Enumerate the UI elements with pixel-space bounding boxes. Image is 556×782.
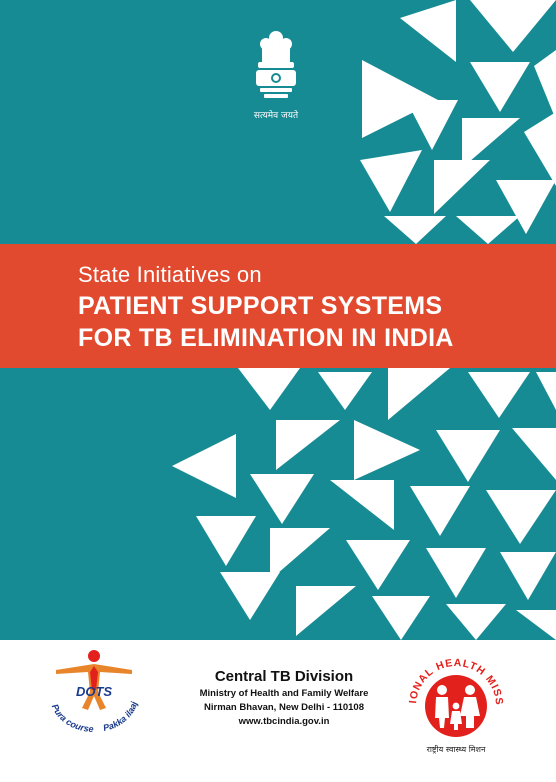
pattern-triangle xyxy=(296,586,356,636)
pattern-triangle xyxy=(330,480,394,530)
pattern-triangle xyxy=(534,50,556,120)
pattern-triangle xyxy=(536,372,556,410)
dots-figure-icon xyxy=(56,650,132,710)
pattern-triangle xyxy=(410,486,470,536)
document-title-line2: FOR TB ELIMINATION IN INDIA xyxy=(78,324,454,352)
pattern-triangle xyxy=(372,596,430,640)
pattern-triangle xyxy=(500,552,556,600)
pattern-triangle xyxy=(426,548,486,598)
pattern-triangle xyxy=(346,540,410,590)
pattern-triangle xyxy=(250,474,314,524)
dots-logo-name: DOTS xyxy=(76,684,112,699)
document-subtitle: State Initiatives on xyxy=(78,262,262,287)
pattern-triangle xyxy=(276,420,340,470)
pattern-triangle xyxy=(384,216,446,244)
pattern-triangle xyxy=(172,434,236,498)
pattern-triangle xyxy=(524,112,556,186)
emblem-motto: सत्यमेव जयते xyxy=(253,111,299,121)
footer-text-block: Central TB Division Ministry of Health a… xyxy=(174,668,394,729)
pattern-triangle xyxy=(512,428,556,480)
address-text: Nirman Bhavan, New Delhi - 110108 xyxy=(204,702,364,713)
pattern-triangle xyxy=(318,372,372,410)
ministry-name: Ministry of Health and Family Welfare xyxy=(199,688,369,699)
nhm-logo: NATIONAL HEALTH MISSION राष्ट्रीय स्वास्… xyxy=(396,640,504,754)
pattern-triangle xyxy=(516,610,556,640)
svg-text:Pakka ilaaj: Pakka ilaaj xyxy=(102,700,139,733)
pattern-triangle xyxy=(470,0,556,52)
pattern-triangle xyxy=(436,430,500,482)
pattern-triangle xyxy=(196,516,256,566)
pattern-triangle xyxy=(400,0,456,62)
pattern-triangle xyxy=(406,100,458,150)
pattern-triangle xyxy=(354,420,420,480)
pattern-triangle xyxy=(388,368,450,420)
pattern-triangle xyxy=(360,150,422,212)
nhm-hindi-text: राष्ट्रीय स्वास्थ्य मिशन xyxy=(427,744,486,754)
pattern-triangle xyxy=(446,604,506,640)
pattern-triangle xyxy=(238,368,300,410)
dots-tagline-right: Pakka ilaaj xyxy=(102,700,139,733)
pattern-triangle xyxy=(456,216,520,244)
pattern-triangle xyxy=(220,572,280,620)
pattern-triangle xyxy=(470,62,530,112)
dots-logo: DOTS Pura course Pakka ilaaj xyxy=(50,650,139,734)
website-link[interactable]: www.tbcindia.gov.in xyxy=(174,715,394,729)
cover-page: सत्यमेव जयते State Initiatives on PATIEN… xyxy=(0,0,556,782)
pattern-triangle xyxy=(486,490,556,544)
document-title-line1: PATIENT SUPPORT SYSTEMS xyxy=(78,292,443,320)
pattern-triangle xyxy=(468,372,530,418)
division-name: Central TB Division xyxy=(214,668,354,685)
pattern-triangle xyxy=(434,160,490,214)
